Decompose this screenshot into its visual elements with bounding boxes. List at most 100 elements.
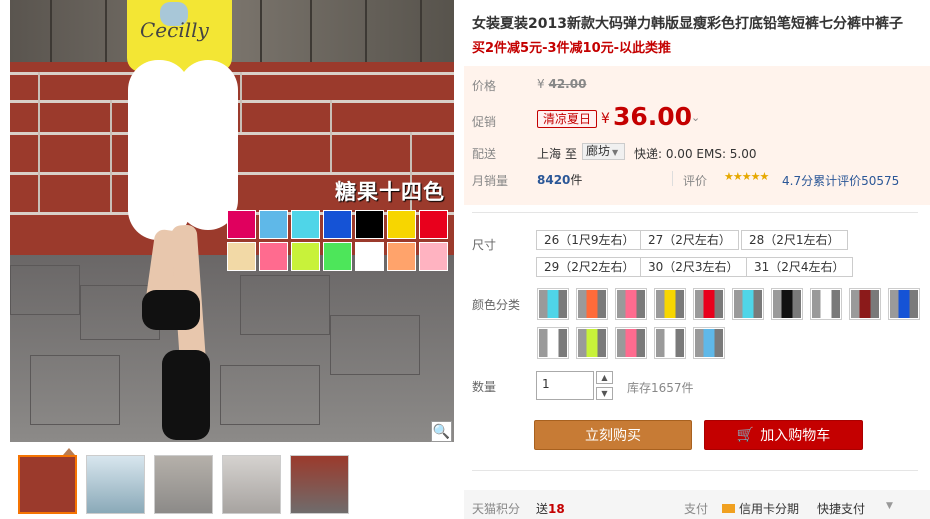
- shipping-fees: 快递: 0.00 EMS: 5.00: [634, 147, 757, 161]
- color-swatch: [387, 242, 416, 271]
- thumbnail-5[interactable]: [290, 455, 349, 514]
- monthly-sales-label: 月销量: [472, 174, 509, 188]
- thumbnail-2[interactable]: [86, 455, 145, 514]
- stock-text: 库存1657件: [627, 381, 694, 395]
- shipping-label: 配送: [472, 147, 497, 161]
- color-option[interactable]: [537, 288, 569, 320]
- color-option-image: [656, 329, 684, 357]
- color-option[interactable]: [654, 327, 686, 359]
- color-swatch: [419, 242, 448, 271]
- monthly-sales-count: 8420: [537, 173, 571, 187]
- quantity-input[interactable]: 1: [536, 371, 594, 400]
- buy-now-button[interactable]: 立刻购买: [534, 420, 692, 450]
- thumbnail-3[interactable]: [154, 455, 213, 514]
- promo-price: 36.00: [613, 102, 693, 131]
- destination-select[interactable]: 廊坊 ▼: [582, 143, 625, 160]
- promo-label: 促销: [472, 115, 497, 129]
- color-option-image: [851, 290, 879, 318]
- monthly-sales: 8420件: [537, 171, 582, 188]
- color-option[interactable]: [732, 288, 764, 320]
- rating-summary-link[interactable]: 4.7分累计评价50575: [782, 172, 899, 189]
- color-label: 颜色分类: [472, 298, 521, 312]
- color-swatch-grid: [227, 210, 448, 271]
- quick-pay[interactable]: 快捷支付: [817, 500, 865, 517]
- color-swatch: [291, 210, 320, 239]
- main-product-image[interactable]: Cecilly 糖果十四色: [10, 0, 454, 442]
- shirt-print-text: Cecilly: [140, 18, 209, 42]
- color-option[interactable]: [615, 288, 647, 320]
- size-option[interactable]: 29（2尺2左右）: [536, 257, 643, 277]
- color-option[interactable]: [537, 327, 569, 359]
- color-option-image: [773, 290, 801, 318]
- color-count-banner: 糖果十四色: [335, 180, 445, 204]
- scene-wall: [10, 0, 454, 70]
- color-option[interactable]: [810, 288, 842, 320]
- currency-symbol: ¥: [537, 77, 545, 91]
- caret-down-icon: ▼: [612, 148, 619, 157]
- color-option-image: [812, 290, 840, 318]
- chevron-down-icon[interactable]: ⌄: [691, 111, 700, 124]
- destination-value: 廊坊: [586, 144, 611, 158]
- color-option-image: [539, 329, 567, 357]
- color-swatch: [259, 210, 288, 239]
- monthly-sales-unit: 件: [570, 173, 583, 187]
- size-option[interactable]: 27（2尺左右）: [640, 230, 739, 250]
- quantity-decrement-button[interactable]: ▼: [596, 387, 613, 400]
- cart-icon: 🛒: [736, 427, 755, 443]
- color-swatch: [227, 242, 256, 271]
- points-prefix: 送: [536, 502, 549, 516]
- size-option[interactable]: 26（1尺9左右）: [536, 230, 643, 250]
- product-subtitle: 买2件减5元-3件减10元-以此类推: [472, 41, 672, 56]
- size-option[interactable]: 28（2尺1左右）: [741, 230, 848, 250]
- caret-down-icon[interactable]: ▼: [886, 501, 893, 511]
- product-title: 女装夏装2013新款大码弹力韩版显瘦彩色打底铅笔短裤七分裤中裤子: [472, 16, 903, 32]
- color-option-image: [734, 290, 762, 318]
- divider: [472, 212, 918, 213]
- size-option[interactable]: 31（2尺4左右）: [746, 257, 853, 277]
- model-left-sandal: [142, 290, 200, 330]
- promo-currency: ¥: [601, 111, 610, 127]
- color-option[interactable]: [693, 288, 725, 320]
- color-option[interactable]: [576, 288, 608, 320]
- model-right-leg: [178, 60, 238, 230]
- quantity-label: 数量: [472, 380, 497, 394]
- credit-card-icon: [722, 504, 735, 513]
- color-option-image: [578, 329, 606, 357]
- color-option[interactable]: [888, 288, 920, 320]
- size-label: 尺寸: [472, 238, 497, 252]
- ship-from: 上海: [537, 147, 562, 161]
- credit-installment-label: 信用卡分期: [739, 502, 800, 516]
- quantity-increment-button[interactable]: ▲: [596, 371, 613, 384]
- size-option[interactable]: 30（2尺3左右）: [640, 257, 747, 277]
- thumbnail-4[interactable]: [222, 455, 281, 514]
- color-swatch: [387, 210, 416, 239]
- color-option[interactable]: [576, 327, 608, 359]
- color-option-image: [539, 290, 567, 318]
- points-amount: 18: [548, 502, 565, 516]
- color-option-image: [617, 329, 645, 357]
- add-to-cart-button[interactable]: 🛒 加入购物车: [704, 420, 863, 450]
- color-swatch: [323, 210, 352, 239]
- thumbnail-1[interactable]: [18, 455, 77, 514]
- color-option[interactable]: [849, 288, 881, 320]
- color-swatch: [355, 210, 384, 239]
- scene-floor: [10, 255, 454, 442]
- magnifier-icon[interactable]: 🔍: [431, 421, 452, 442]
- ship-to-word: 至: [565, 147, 578, 161]
- color-option-image: [695, 290, 723, 318]
- price-label: 价格: [472, 79, 497, 93]
- color-option[interactable]: [693, 327, 725, 359]
- color-option-image: [695, 329, 723, 357]
- color-swatch: [227, 210, 256, 239]
- color-option[interactable]: [654, 288, 686, 320]
- original-price-value: 42.00: [548, 77, 587, 91]
- color-swatch: [419, 210, 448, 239]
- active-thumb-pointer: [63, 448, 75, 455]
- promo-tag: 清凉夏日: [537, 110, 598, 128]
- color-swatch: [291, 242, 320, 271]
- divider: [472, 470, 918, 471]
- color-option[interactable]: [615, 327, 647, 359]
- color-option[interactable]: [771, 288, 803, 320]
- color-swatch: [355, 242, 384, 271]
- credit-installment: 信用卡分期: [722, 500, 799, 517]
